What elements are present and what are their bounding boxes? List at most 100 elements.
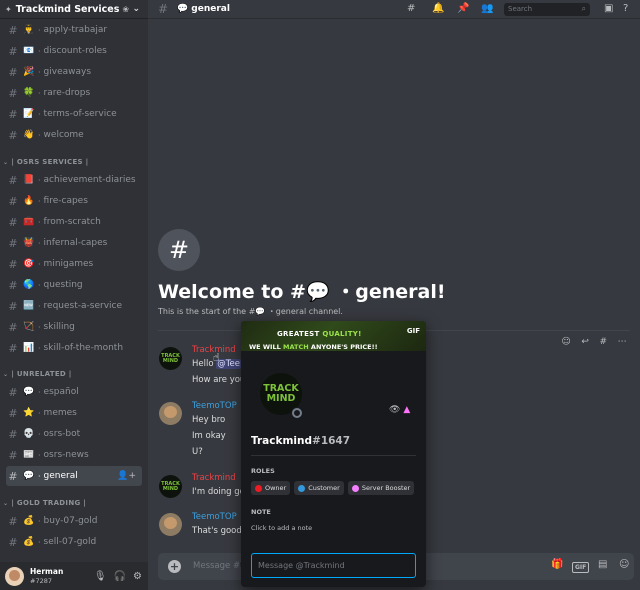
- channel-emoji: 🎉: [23, 67, 35, 77]
- channel-emoji: 📊: [23, 343, 35, 353]
- channel-from-scratch[interactable]: # 🧰 · from-scratch: [6, 212, 142, 232]
- avatar[interactable]: [159, 402, 182, 425]
- headphones-icon[interactable]: 🎧: [114, 571, 126, 582]
- hash-icon: #: [8, 535, 18, 549]
- profile-banner: GREATEST QUALITY! WE WILL MATCH ANYONE'S…: [241, 321, 426, 351]
- chevron-down-icon[interactable]: ⌄: [132, 4, 140, 14]
- channel-label: skilling: [43, 322, 75, 332]
- attach-plus-icon[interactable]: +: [168, 560, 181, 573]
- gear-icon[interactable]: ⚙: [133, 571, 142, 582]
- emoji-icon[interactable]: ☺: [619, 559, 629, 570]
- members-icon[interactable]: 👥: [481, 3, 493, 14]
- channel-infernal-capes[interactable]: # 👹 · infernal-capes: [6, 233, 142, 253]
- hash-icon: #: [8, 215, 18, 229]
- channel-emoji: 💬: [23, 471, 35, 481]
- channel-fire-capes[interactable]: # 🔥 · fire-capes: [6, 191, 142, 211]
- avatar[interactable]: TRACK MIND: [159, 347, 182, 370]
- verified-badge-icon: ❀: [122, 4, 130, 14]
- channel-welcome[interactable]: # 👋 · welcome: [6, 125, 142, 145]
- channel-sell-07-gold[interactable]: # 💰 · sell-07-gold: [6, 532, 142, 552]
- channel-skilling[interactable]: # 🏹 · skilling: [6, 317, 142, 337]
- channel-header: # 💬 general # 🔔 📌 👥 Search ⌕ ▣ ?: [148, 0, 640, 19]
- more-icon[interactable]: ⋯: [618, 337, 627, 347]
- channel-giveaways[interactable]: # 🎉 · giveaways: [6, 62, 142, 82]
- category-label: | OSRS SERVICES |: [11, 158, 89, 166]
- message-text: I'm doing go: [192, 487, 245, 497]
- bell-icon[interactable]: 🔔: [432, 3, 444, 14]
- avatar[interactable]: [159, 513, 182, 536]
- channel-achievement-diaries[interactable]: # 📕 · achievement-diaries: [6, 170, 142, 190]
- channel-osrs-news[interactable]: # 📰 · osrs-news: [6, 445, 142, 465]
- message-author[interactable]: Trackmind: [192, 473, 236, 483]
- channel-label: osrs-bot: [43, 429, 81, 439]
- hash-icon: #: [8, 128, 18, 142]
- role-customer[interactable]: Customer: [294, 481, 344, 495]
- channel-questing[interactable]: # 🌎 · questing: [6, 275, 142, 295]
- profile-username: Trackmind#1647: [251, 435, 351, 447]
- add-reaction-icon[interactable]: ☺: [561, 337, 570, 347]
- category-label: | UNRELATED |: [11, 370, 72, 378]
- channel-emoji: 👋: [23, 130, 35, 140]
- eye-badge-icon[interactable]: 👁: [389, 405, 400, 415]
- channel-minigames[interactable]: # 🎯 · minigames: [6, 254, 142, 274]
- channel-label: skill-of-the-month: [43, 343, 124, 353]
- boost-badge-icon[interactable]: ▲: [403, 405, 410, 415]
- category-label: | GOLD TRADING |: [11, 499, 87, 507]
- channel-request-a-service[interactable]: # 🆕 · request-a-service: [6, 296, 142, 316]
- dm-message-input[interactable]: [251, 553, 416, 578]
- server-header[interactable]: ✦ Trackmind Services ❀ ⌄: [0, 0, 148, 19]
- channel-emoji: ⭐: [23, 408, 35, 418]
- threads-icon[interactable]: #: [407, 3, 415, 14]
- role-color-dot: [255, 484, 262, 492]
- role-owner[interactable]: Owner: [251, 481, 291, 495]
- message-toolbar: ☺ ↩ # ⋯: [556, 334, 632, 350]
- status-offline-icon: [291, 407, 303, 419]
- category-unrelated[interactable]: ⌄ | UNRELATED |: [3, 368, 72, 380]
- message-author[interactable]: TeemoTOP: [192, 401, 237, 411]
- channel-label: fire-capes: [43, 196, 88, 206]
- channel-discount-roles[interactable]: # 📧 · discount-roles: [6, 41, 142, 61]
- channel-emoji: 👹: [23, 238, 35, 248]
- channel-emoji: 💰: [23, 516, 35, 526]
- channel-buy-07-gold[interactable]: # 💰 · buy-07-gold: [6, 511, 142, 531]
- inbox-icon[interactable]: ▣: [604, 3, 613, 14]
- help-icon[interactable]: ?: [623, 3, 628, 14]
- channel-terms-of-service[interactable]: # 📝 · terms-of-service: [6, 104, 142, 124]
- gift-icon[interactable]: 🎁: [551, 559, 563, 570]
- role-server-booster[interactable]: Server Booster: [347, 481, 415, 495]
- user-mention[interactable]: @Tee: [216, 359, 241, 369]
- message-author[interactable]: TeemoTOP: [192, 512, 237, 522]
- channel-skill-of-the-month[interactable]: # 📊 · skill-of-the-month: [6, 338, 142, 358]
- gif-icon[interactable]: GIF: [572, 562, 590, 573]
- channel-emoji: 📰: [23, 450, 35, 460]
- channel-label: request-a-service: [43, 301, 123, 311]
- sticker-icon[interactable]: ▤: [598, 559, 607, 570]
- search-input[interactable]: Search ⌕: [504, 3, 590, 16]
- create-invite-icon[interactable]: 👤+: [117, 471, 136, 481]
- note-input[interactable]: Click to add a note: [251, 524, 312, 532]
- channel-emoji: 🔥: [23, 196, 35, 206]
- avatar[interactable]: TRACK MIND: [159, 475, 182, 498]
- hash-icon: #: [8, 86, 18, 100]
- hash-icon: #: [8, 385, 18, 399]
- pin-icon[interactable]: 📌: [457, 3, 469, 14]
- user-tag: #7287: [30, 576, 52, 585]
- category-gold-trading[interactable]: ⌄ | GOLD TRADING |: [3, 497, 86, 509]
- channel-rare-drops[interactable]: # 🍀 · rare-drops: [6, 83, 142, 103]
- mouse-cursor-icon: ☝: [213, 351, 220, 364]
- channel-label: from-scratch: [43, 217, 101, 227]
- channel-memes[interactable]: # ⭐ · memes: [6, 403, 142, 423]
- channel-espanol[interactable]: # 💬 · español: [6, 382, 142, 402]
- hash-icon: #: [8, 236, 18, 250]
- channel-emoji: 💬: [23, 387, 35, 397]
- channel-label: infernal-capes: [43, 238, 108, 248]
- channel-apply-trabajar[interactable]: # 👨‍✈️ · apply-trabajar: [6, 20, 142, 40]
- channel-general[interactable]: # 💬 · general 👤+: [6, 466, 142, 486]
- channel-osrs-bot[interactable]: # 💀 · osrs-bot: [6, 424, 142, 444]
- thread-icon[interactable]: #: [600, 337, 608, 347]
- category-osrs-services[interactable]: ⌄ | OSRS SERVICES |: [3, 156, 88, 168]
- avatar[interactable]: [5, 566, 24, 586]
- microphone-icon[interactable]: 🎙: [94, 571, 107, 582]
- hash-icon: #: [8, 341, 18, 355]
- reply-icon[interactable]: ↩: [581, 337, 589, 347]
